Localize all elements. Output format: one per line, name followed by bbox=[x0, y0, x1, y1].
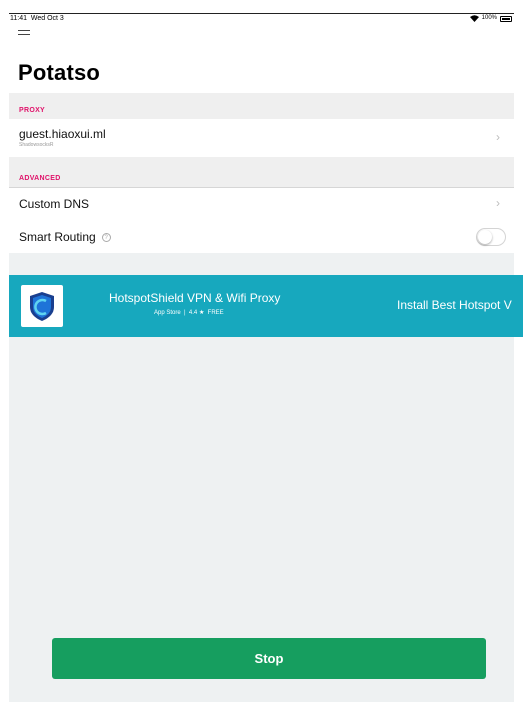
star-icon: ★ bbox=[198, 310, 205, 316]
advanced-section-header: ADVANCED bbox=[9, 157, 514, 187]
menu-icon[interactable] bbox=[18, 30, 30, 40]
smart-routing-toggle[interactable] bbox=[476, 228, 506, 246]
ad-cta: Install Best Hotspot V bbox=[397, 298, 512, 312]
custom-dns-row[interactable]: Custom DNS › bbox=[9, 188, 514, 220]
advanced-section-label: ADVANCED bbox=[19, 175, 61, 182]
ad-banner[interactable]: HotspotShield VPN & Wifi Proxy App Store… bbox=[9, 275, 523, 337]
chevron-right-icon: › bbox=[496, 130, 500, 144]
smart-routing-row: Smart Routing? bbox=[9, 220, 514, 253]
toggle-knob bbox=[478, 230, 492, 244]
ad-title: HotspotShield VPN & Wifi Proxy bbox=[109, 291, 281, 305]
page-title: Potatso bbox=[18, 60, 101, 85]
status-bar: 11:41 Wed Oct 3 100% bbox=[9, 13, 514, 24]
proxy-section-header: PROXY bbox=[9, 93, 514, 119]
chevron-right-icon: › bbox=[496, 196, 500, 210]
custom-dns-label: Custom DNS bbox=[19, 197, 90, 211]
hotspot-shield-app-icon bbox=[21, 285, 63, 327]
proxy-type: ShadowsocksR bbox=[19, 142, 54, 148]
smart-routing-text: Smart Routing? bbox=[19, 230, 111, 244]
help-icon[interactable]: ? bbox=[101, 233, 111, 243]
status-right: 100% bbox=[469, 13, 512, 24]
proxy-name: guest.hiaoxui.ml bbox=[19, 127, 106, 141]
smart-routing-label: Smart Routing bbox=[19, 230, 96, 244]
wifi-icon bbox=[469, 15, 479, 22]
ad-meta: App Store | 4.4 ★ FREE bbox=[154, 310, 224, 316]
proxy-item-row[interactable]: guest.hiaoxui.ml ShadowsocksR › bbox=[9, 119, 514, 157]
status-time: 11:41 Wed Oct 3 bbox=[10, 15, 64, 22]
battery-percent: 100% bbox=[481, 15, 497, 21]
proxy-section-label: PROXY bbox=[19, 107, 46, 114]
battery-icon bbox=[500, 15, 512, 22]
stop-button[interactable]: Stop bbox=[52, 638, 486, 679]
